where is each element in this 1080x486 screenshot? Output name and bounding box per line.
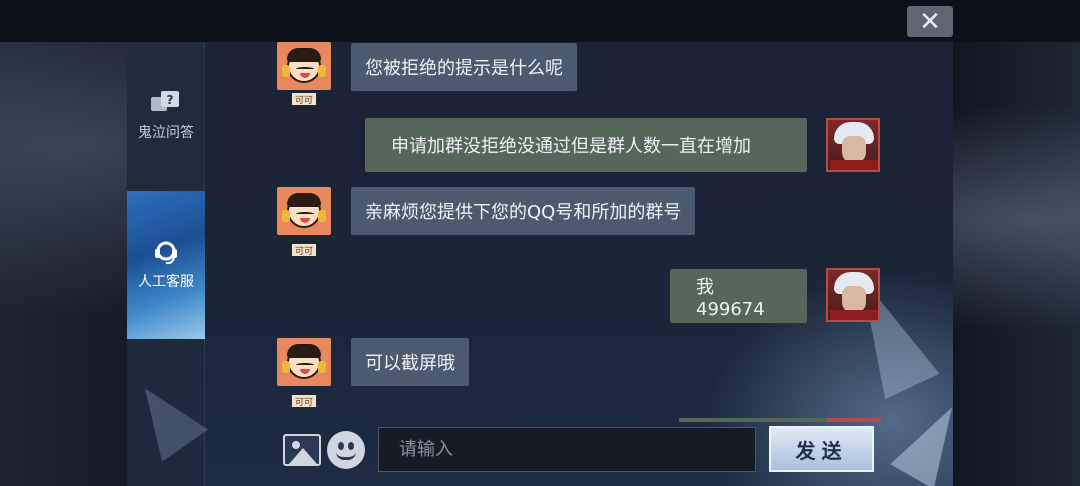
agent-avatar [277,42,331,90]
sidebar-item-label: 鬼泣问答 [138,125,194,141]
sidebar: ? 鬼泣问答 人工客服 [127,42,209,486]
agent-name-tag: 可可 [292,244,316,257]
chat-bubble-agent: 您被拒绝的提示是什么呢 [351,43,577,91]
headset-icon [151,239,181,265]
emoji-button[interactable] [327,431,365,469]
send-image-button[interactable] [283,434,321,466]
chat-bubble-agent: 可以截屏哦 [351,338,469,386]
agent-avatar [277,338,331,386]
agent-name-tag: 可可 [292,93,316,106]
message-input[interactable] [378,427,756,472]
sidebar-item-label: 人工客服 [138,274,194,290]
ice-shard-decoration [890,394,953,486]
customer-service-panel: ? 鬼泣问答 人工客服 可可 您被拒绝的提示是什么呢 申请加群没拒绝没通过但是群… [127,42,953,486]
svg-text:?: ? [167,93,174,107]
chat-bubble-user: 申请加群没拒绝没通过但是群人数一直在增加 [365,118,807,172]
question-chat-icon: ? [151,90,181,116]
chat-bubble-agent: 亲麻烦您提供下您的QQ号和所加的群号 [351,187,696,235]
close-button[interactable]: ✕ [907,6,953,37]
user-avatar [826,118,880,172]
sidebar-item-faq[interactable]: ? 鬼泣问答 [127,90,205,150]
agent-name-tag: 可可 [292,395,316,408]
user-avatar-partial [827,418,881,422]
sidebar-item-human-service[interactable]: 人工客服 [127,191,205,339]
close-icon: ✕ [919,6,941,37]
agent-avatar [277,187,331,235]
sidebar-decoration [127,372,209,462]
send-button[interactable]: 发送 [769,426,874,472]
chat-bubble-user-partial [679,418,827,422]
user-avatar [826,268,880,322]
chat-bubble-user: 我499674 [670,269,807,323]
